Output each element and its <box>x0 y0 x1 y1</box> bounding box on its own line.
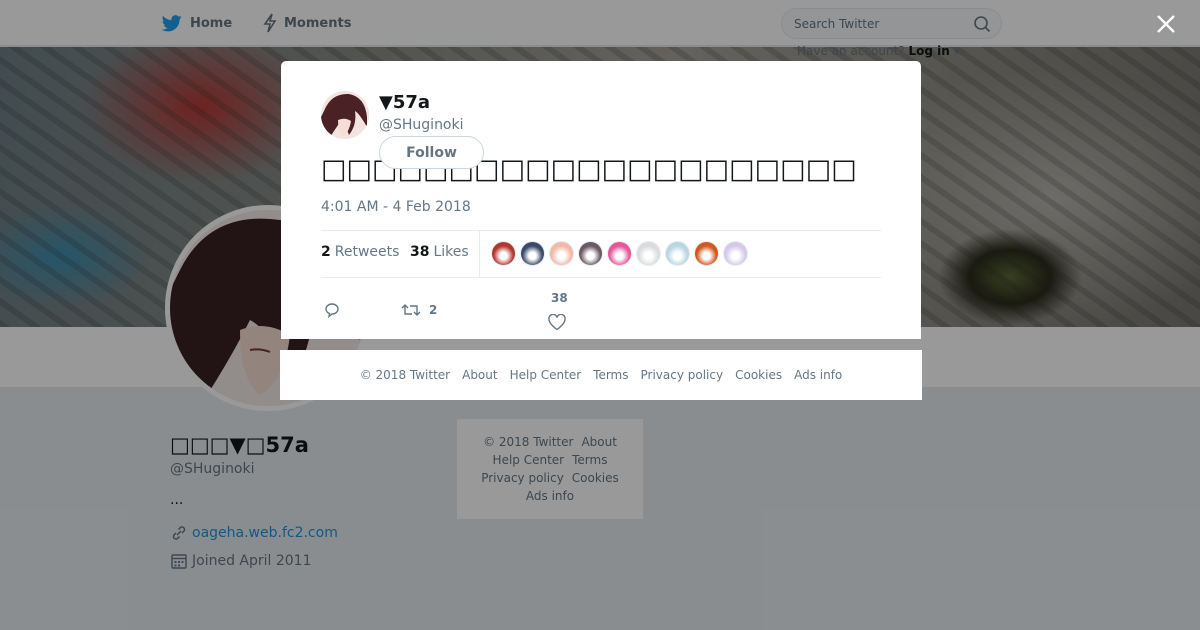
like-button[interactable]: 38 <box>551 291 568 305</box>
retweet-action-count: 2 <box>429 303 438 317</box>
likes-label: Likes <box>433 244 469 260</box>
follow-button[interactable]: Follow <box>379 136 484 169</box>
tweet-stats: 2 Retweets 38 Likes <box>321 230 881 278</box>
modal-footer-privacy[interactable]: Privacy policy <box>641 368 724 382</box>
retweet-button[interactable]: 2 <box>401 301 437 319</box>
liker-avatar[interactable] <box>520 241 545 266</box>
likes-stat[interactable]: 38 Likes <box>410 244 469 260</box>
liker-avatar[interactable] <box>578 241 603 266</box>
likes-count: 38 <box>410 244 430 260</box>
retweets-label: Retweets <box>334 244 400 260</box>
retweet-icon <box>401 304 421 316</box>
reply-icon <box>325 303 339 319</box>
modal-footer-ads[interactable]: Ads info <box>794 368 842 382</box>
liker-avatar[interactable] <box>491 241 516 266</box>
modal-footer-terms[interactable]: Terms <box>593 368 628 382</box>
modal-footer-copyright: © 2018 Twitter <box>359 368 451 382</box>
modal-footer-help[interactable]: Help Center <box>510 368 582 382</box>
modal-footer-cookies[interactable]: Cookies <box>735 368 782 382</box>
liker-avatar[interactable] <box>549 241 574 266</box>
liker-avatar[interactable] <box>665 241 690 266</box>
stats-divider <box>479 231 480 278</box>
reply-button[interactable] <box>323 301 341 319</box>
liker-avatar[interactable] <box>694 241 719 266</box>
tweet-author-handle[interactable]: @SHuginoki <box>379 117 464 133</box>
tweet-timestamp[interactable]: 4:01 AM - 4 Feb 2018 <box>321 199 471 215</box>
close-icon[interactable] <box>1154 12 1178 36</box>
retweets-stat[interactable]: 2 Retweets <box>321 244 399 260</box>
tweet-author-avatar[interactable] <box>321 91 369 139</box>
liker-avatar[interactable] <box>636 241 661 266</box>
tweet-actions: 2 38 <box>321 289 621 339</box>
liker-avatar[interactable] <box>607 241 632 266</box>
tweet-author-name[interactable]: ▼57a <box>379 92 430 113</box>
retweets-count: 2 <box>321 244 331 260</box>
tweet-modal: ▼57a @SHuginoki □□□□□□□□□□□□□□□□□□□□□ Fo… <box>281 61 921 339</box>
modal-footer-about[interactable]: About <box>462 368 497 382</box>
liker-avatar[interactable] <box>723 241 748 266</box>
modal-footer: © 2018 Twitter About Help Center Terms P… <box>280 350 922 400</box>
like-action-count: 38 <box>551 291 568 305</box>
author-avatar-art <box>321 91 369 139</box>
heart-icon[interactable] <box>548 314 566 331</box>
